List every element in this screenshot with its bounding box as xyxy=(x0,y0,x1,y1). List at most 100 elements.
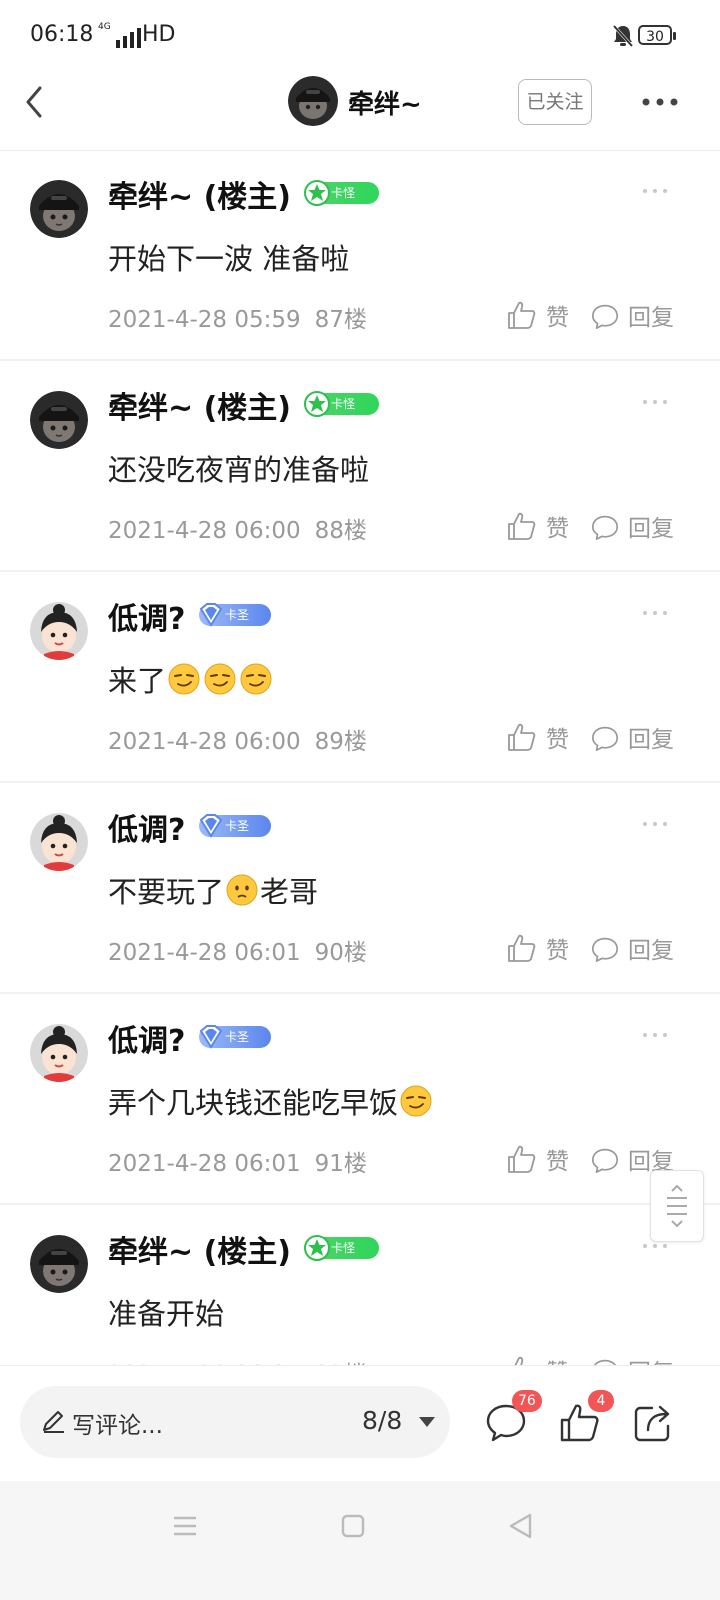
reply-meta: 2021-4-28 05:59 87楼 xyxy=(108,300,367,334)
like-button[interactable]: 赞 xyxy=(506,509,569,543)
like-button[interactable]: 赞 xyxy=(506,931,569,965)
avatar[interactable] xyxy=(30,1235,88,1293)
menu-icon[interactable] xyxy=(170,1511,200,1541)
home-icon[interactable] xyxy=(338,1511,368,1541)
username[interactable]: 牵绊~ (楼主) xyxy=(108,1227,291,1271)
username[interactable]: 低调? xyxy=(108,805,185,849)
thumbs-up-icon xyxy=(508,512,536,540)
username[interactable]: 低调? xyxy=(108,1016,185,1060)
like-label: 赞 xyxy=(546,305,569,331)
header-name[interactable]: 牵绊~ xyxy=(348,84,422,121)
status-time: 06:18 xyxy=(30,22,94,47)
like-button[interactable]: 赞 xyxy=(506,1142,569,1176)
level-badge: 卡怪 xyxy=(304,391,379,417)
comment-bubble-icon xyxy=(591,304,619,329)
scroll-handle[interactable] xyxy=(650,1170,704,1242)
thumbs-up-icon xyxy=(508,301,536,329)
avatar[interactable] xyxy=(30,813,88,871)
reply-text-tail: 老哥 xyxy=(260,875,319,909)
thumbs-up-icon xyxy=(508,934,536,962)
back-icon[interactable] xyxy=(16,80,56,124)
reply-time: 2021-4-28 06:01 xyxy=(108,1151,301,1177)
reply-label: 回复 xyxy=(628,938,674,964)
reply-text: 还没吃夜宵的准备啦 xyxy=(108,453,370,487)
bottom-action-bar: 写评论... 8/8 76 4 xyxy=(0,1365,720,1482)
reply-meta: 2021-4-28 06:00 89楼 xyxy=(108,722,367,756)
diamond-badge-icon xyxy=(199,1025,223,1049)
badge-label: 卡怪 xyxy=(331,1241,356,1255)
star-badge-icon xyxy=(304,1235,330,1261)
thumbs-up-icon xyxy=(508,723,536,751)
badge-label: 卡圣 xyxy=(225,1030,250,1044)
reply-content: 还没吃夜宵的准备啦 xyxy=(108,447,369,489)
like-label: 赞 xyxy=(546,516,569,542)
avatar[interactable] xyxy=(30,391,88,449)
like-label: 赞 xyxy=(546,1149,569,1175)
like-button[interactable]: 赞 xyxy=(506,1353,569,1365)
smirk-emoji-icon xyxy=(400,1085,432,1117)
like-thread-button[interactable]: 4 xyxy=(558,1390,614,1444)
reply-button[interactable]: 回复 xyxy=(590,720,674,754)
floor-number: 89楼 xyxy=(314,729,367,755)
avatar[interactable] xyxy=(30,180,88,238)
avatar[interactable] xyxy=(30,1024,88,1082)
system-nav-bar xyxy=(0,1481,720,1600)
reply-button[interactable]: 回复 xyxy=(590,509,674,543)
reply-item: 低调? 卡圣不要玩了 老哥 2021-4-28 06:01 90楼 赞 回复 xyxy=(0,783,720,994)
username[interactable]: 低调? xyxy=(108,594,185,638)
reply-button[interactable]: 回复 xyxy=(590,298,674,332)
comments-button[interactable]: 76 xyxy=(484,1390,542,1444)
confused-emoji-icon xyxy=(226,874,258,906)
reply-item: 牵绊~ (楼主) 卡怪 开始下一波 准备啦 2021-4-28 05:59 87楼 赞 回复 xyxy=(0,150,720,361)
reply-button[interactable]: 回复 xyxy=(590,1353,674,1365)
bell-muted-icon xyxy=(612,24,634,48)
level-badge: 卡圣 xyxy=(199,814,271,838)
post-more-icon[interactable] xyxy=(640,397,670,407)
post-more-icon[interactable] xyxy=(640,608,670,618)
battery-icon: 30 xyxy=(638,25,676,45)
follow-button[interactable]: 已关注 xyxy=(518,79,592,125)
reply-list: 牵绊~ (楼主) 卡怪 开始下一波 准备啦 2021-4-28 05:59 87楼赞回复… xyxy=(0,150,720,1365)
post-more-icon[interactable] xyxy=(640,819,670,829)
more-icon[interactable] xyxy=(640,92,680,112)
page-indicator[interactable]: 8/8 xyxy=(362,1406,402,1435)
level-badge: 卡怪 xyxy=(304,180,379,206)
username[interactable]: 牵绊~ (楼主) xyxy=(108,383,291,427)
back-nav-icon[interactable] xyxy=(506,1511,536,1541)
level-badge: 卡怪 xyxy=(304,1235,379,1261)
post-more-icon[interactable] xyxy=(640,186,670,196)
caret-down-icon[interactable] xyxy=(418,1416,436,1428)
reply-label: 回复 xyxy=(628,1353,674,1365)
reply-time: 2021-4-28 06:00 xyxy=(108,729,301,755)
floor-number: 90楼 xyxy=(314,940,367,966)
comment-input[interactable]: 写评论... 8/8 xyxy=(20,1386,450,1458)
likes-count-badge: 4 xyxy=(588,1390,614,1412)
avatar[interactable] xyxy=(30,602,88,660)
like-button[interactable]: 赞 xyxy=(506,720,569,754)
network-type: 4G xyxy=(98,22,111,32)
floor-number: 87楼 xyxy=(314,307,367,333)
floor-number: 91楼 xyxy=(314,1151,367,1177)
pencil-icon xyxy=(43,1411,64,1433)
thumbs-up-icon xyxy=(508,1145,536,1173)
diamond-badge-icon xyxy=(199,814,223,838)
reply-meta: 2021-4-28 06:01 90楼 xyxy=(108,933,367,967)
username[interactable]: 牵绊~ (楼主) xyxy=(108,172,291,216)
reply-button[interactable]: 回复 xyxy=(590,931,674,965)
share-icon xyxy=(634,1405,670,1442)
avatar[interactable] xyxy=(288,76,338,126)
reply-text: 不要玩了 xyxy=(108,875,225,909)
reply-time: 2021-4-28 05:59 xyxy=(108,307,301,333)
reply-content: 不要玩了 老哥 xyxy=(108,869,318,911)
like-button[interactable]: 赞 xyxy=(506,298,569,332)
share-button[interactable] xyxy=(632,1400,676,1444)
star-badge-icon xyxy=(304,391,330,417)
scroll-grip-icon xyxy=(667,1184,687,1228)
reply-content: 准备开始 xyxy=(108,1291,224,1333)
hd-indicator: HD xyxy=(142,22,176,47)
star-badge-icon xyxy=(304,180,330,206)
post-more-icon[interactable] xyxy=(640,1030,670,1040)
reply-time: 2021-4-28 06:00 xyxy=(108,518,301,544)
reply-label: 回复 xyxy=(628,727,674,753)
reply-label: 回复 xyxy=(628,305,674,331)
